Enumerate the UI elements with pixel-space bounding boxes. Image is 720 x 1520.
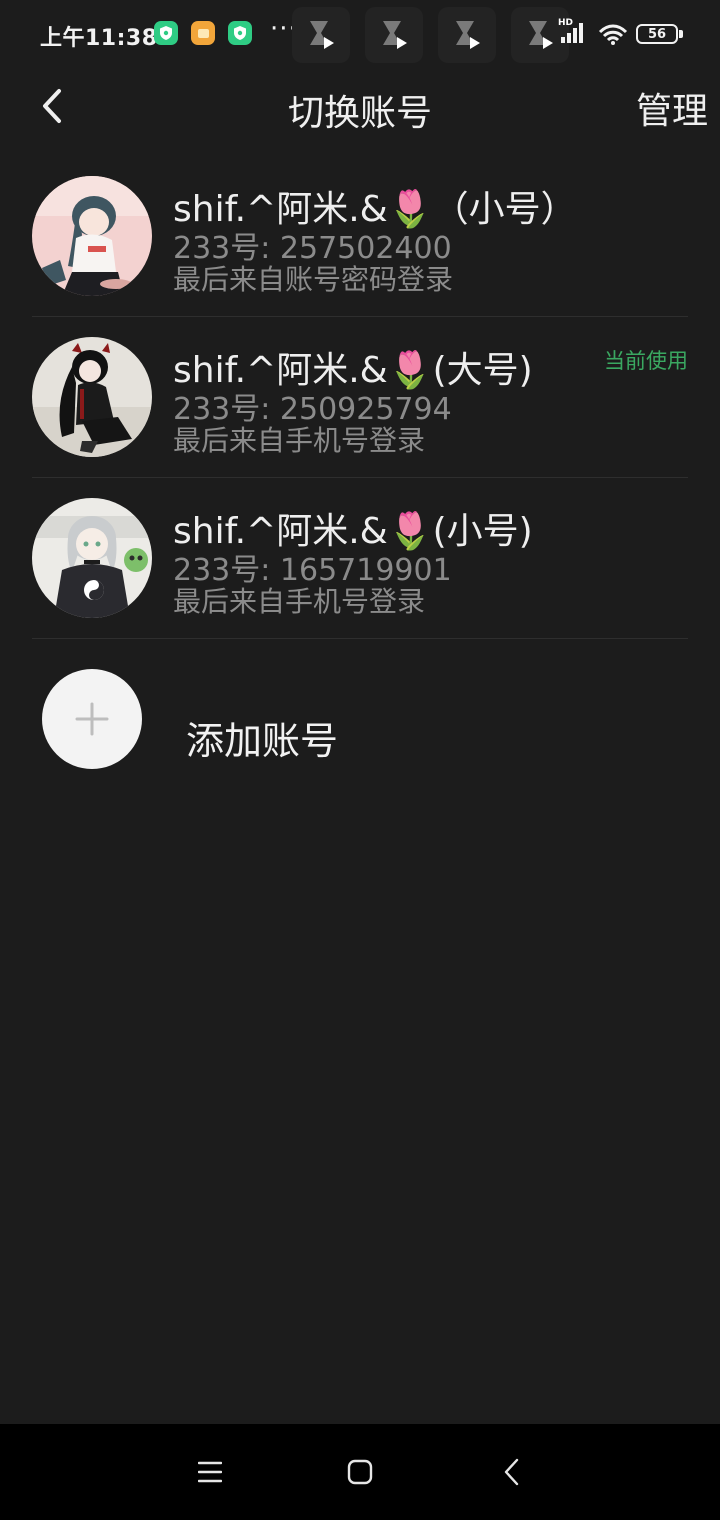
gallery-app-icon xyxy=(191,21,215,45)
account-login-method: 最后来自账号密码登录 xyxy=(173,263,454,296)
battery-icon: 56 xyxy=(636,24,678,44)
avatar xyxy=(32,176,152,296)
status-bar: 上午11:38 ··· HD 56 xyxy=(0,0,720,70)
signal-icon xyxy=(561,23,583,43)
add-account-button[interactable]: 添加账号 xyxy=(32,660,688,780)
page-title: 切换账号 xyxy=(287,93,432,134)
wifi-icon xyxy=(598,24,628,45)
avatar xyxy=(32,498,152,618)
home-button[interactable] xyxy=(340,1454,380,1490)
battery-tip xyxy=(679,30,683,38)
add-account-circle xyxy=(42,669,142,769)
account-login-method: 最后来自手机号登录 xyxy=(173,424,426,457)
avatar xyxy=(32,337,152,457)
plus-icon xyxy=(75,702,109,736)
menu-button[interactable] xyxy=(190,1454,230,1490)
hourglass-icon xyxy=(365,7,423,63)
menu-icon xyxy=(198,1461,222,1483)
hourglass-icon xyxy=(292,7,350,63)
add-account-label: 添加账号 xyxy=(186,719,339,763)
account-item[interactable]: shif.^阿米.&🌷(小号) 233号: 165719901 最后来自手机号登… xyxy=(32,478,688,639)
account-list: shif.^阿米.&🌷（小号） 233号: 257502400 最后来自账号密码… xyxy=(32,156,688,639)
account-item[interactable]: shif.^阿米.&🌷（小号） 233号: 257502400 最后来自账号密码… xyxy=(32,156,688,317)
account-item[interactable]: shif.^阿米.&🌷(大号) 233号: 250925794 最后来自手机号登… xyxy=(32,317,688,478)
hourglass-icon xyxy=(438,7,496,63)
current-account-badge: 当前使用 xyxy=(604,349,688,373)
system-nav-bar xyxy=(0,1424,720,1520)
back-icon xyxy=(504,1458,519,1486)
system-back-button[interactable] xyxy=(492,1454,532,1490)
home-icon xyxy=(347,1459,373,1485)
battery-level: 56 xyxy=(647,26,667,42)
manage-button[interactable]: 管理 xyxy=(636,82,708,134)
status-time: 上午11:38 xyxy=(40,26,158,51)
account-login-method: 最后来自手机号登录 xyxy=(173,585,426,618)
security-app-icon xyxy=(228,21,252,45)
shield-app-icon xyxy=(154,21,178,45)
header: 切换账号 管理 xyxy=(0,70,720,144)
